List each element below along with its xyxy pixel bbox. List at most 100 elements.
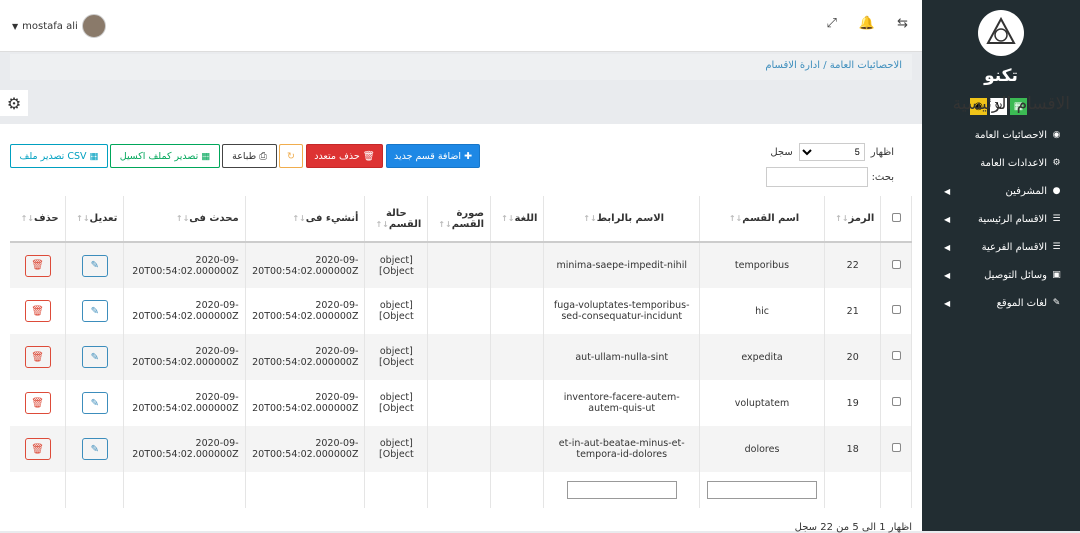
row-checkbox[interactable] xyxy=(891,397,901,406)
column-header-delete[interactable]: حذف↓↑ xyxy=(10,196,67,243)
sidebar-item-languages[interactable]: ◀ لغات الموقع ✎ xyxy=(922,289,1062,317)
row-checkbox[interactable] xyxy=(891,259,901,269)
sidebar-item-label: الاحصائيات العامة xyxy=(974,129,1047,141)
settings-gear-icon[interactable]: ⚙ xyxy=(0,90,28,116)
delete-multiple-button[interactable]: حذف متعدد 🗑 xyxy=(306,144,383,168)
delete-button[interactable]: 🗑 xyxy=(24,392,51,414)
cell-image xyxy=(427,380,492,426)
list-icon: ☰ xyxy=(1052,214,1061,224)
file-csv-icon: ▦ xyxy=(89,150,99,162)
length-label-before: اظهار xyxy=(870,146,894,158)
breadcrumb-home[interactable]: الاحصائيات العامة xyxy=(830,60,902,71)
cell-language xyxy=(490,380,545,426)
print-button[interactable]: طباعة ⎙ xyxy=(222,144,277,168)
table-row: 22 temporibus minima-saepe-impedit-nihil… xyxy=(10,242,912,288)
cell-image xyxy=(427,426,492,472)
cell-language xyxy=(490,242,545,288)
cell-language xyxy=(490,426,545,472)
edit-button[interactable]: ✎ xyxy=(81,438,108,460)
delete-button[interactable]: 🗑 xyxy=(24,254,51,277)
page-title: الاقسام الرئيسية xyxy=(952,94,1070,114)
column-header-image[interactable]: صورة القسم↓↑ xyxy=(427,196,492,243)
search-input[interactable] xyxy=(765,167,868,187)
cell-image xyxy=(427,242,492,288)
sidebar-item-main-categories[interactable]: ◀ الاقسام الرئيسية ☰ xyxy=(922,205,1062,233)
export-csv-button[interactable]: تصدير ملف CSV ▦ xyxy=(10,144,108,168)
sidebar-item-sub-categories[interactable]: ◀ الاقسام الفرعية ☰ xyxy=(922,233,1062,261)
refresh-icon: ↻ xyxy=(287,150,295,162)
edit-button[interactable]: ✎ xyxy=(81,300,108,322)
column-header-edit[interactable]: تعديل↓↑ xyxy=(65,196,125,243)
table-row: 20 expedita aut-ullam-nulla-sint [object… xyxy=(10,334,912,380)
exchange-icon[interactable]: ⇆ xyxy=(897,16,908,31)
sidebar-item-admins[interactable]: ◀ المشرفين ● xyxy=(922,177,1062,205)
sidebar-item-label: الاقسام الفرعية xyxy=(981,241,1047,253)
sort-icon: ↓↑ xyxy=(375,219,389,229)
column-header-created[interactable]: أنشيء فى↓↑ xyxy=(245,196,366,243)
site-logo[interactable] xyxy=(978,10,1024,56)
sidebar-item-shipping[interactable]: ◀ وسائل التوصيل ▣ xyxy=(922,261,1062,289)
cell-created: 2020-09-20T00:54:02.000000Z xyxy=(245,334,366,380)
sort-icon: ↓↑ xyxy=(175,214,190,223)
column-header-state[interactable]: حالة القسم↓↑ xyxy=(364,196,429,243)
sort-icon: ↓↑ xyxy=(438,219,452,229)
cell-slug: aut-ullam-nulla-sint xyxy=(543,334,700,380)
sort-icon: ↓↑ xyxy=(501,214,515,223)
cell-created: 2020-09-20T00:54:02.000000Z xyxy=(245,380,366,426)
edit-icon: ✎ xyxy=(90,305,99,317)
row-checkbox[interactable] xyxy=(891,351,901,360)
sort-icon: ↓↑ xyxy=(728,214,743,223)
cell-created: 2020-09-20T00:54:02.000000Z xyxy=(245,242,366,288)
edit-button[interactable]: ✎ xyxy=(81,392,108,414)
breadcrumb-current[interactable]: ادارة الاقسام xyxy=(765,60,820,71)
cell-name: expedita xyxy=(699,334,826,380)
cell-language xyxy=(490,288,545,334)
users-icon: ● xyxy=(1052,186,1061,196)
chevron-down-icon: ▼ xyxy=(12,21,19,31)
edit-icon: ✎ xyxy=(1052,298,1061,308)
top-navbar: ▼ mostafa ali ⤢ 🔔 ⇆ xyxy=(0,0,922,52)
add-category-button[interactable]: اضافة قسم جديد ✚ xyxy=(386,144,480,168)
edit-button[interactable]: ✎ xyxy=(81,346,108,368)
table-row: 18 dolores et-in-aut-beatae-minus-et-tem… xyxy=(10,426,912,472)
sidebar-item-statistics[interactable]: الاحصائيات العامة ◉ xyxy=(922,121,1062,149)
page-length-select[interactable]: 5 xyxy=(798,143,865,161)
delete-button[interactable]: 🗑 xyxy=(24,438,51,460)
cell-id: 19 xyxy=(824,380,882,426)
cell-slug: minima-saepe-impedit-nihil xyxy=(543,242,700,288)
topbar-icons: ⤢ 🔔 ⇆ xyxy=(827,16,909,31)
column-header-name[interactable]: اسم القسم↓↑ xyxy=(699,196,826,243)
column-header-id[interactable]: الرمز↓↑ xyxy=(824,196,882,243)
cell-created: 2020-09-20T00:54:02.000000Z xyxy=(245,288,366,334)
delete-button[interactable]: 🗑 xyxy=(24,300,51,322)
column-header-language[interactable]: اللغة↓↑ xyxy=(490,196,545,243)
row-checkbox[interactable] xyxy=(891,305,901,314)
filter-slug-input[interactable] xyxy=(566,481,677,499)
column-header-updated[interactable]: محدث فى↓↑ xyxy=(123,196,246,243)
sort-desc-icon: ↓↑ xyxy=(835,214,849,223)
refresh-button[interactable]: ↻ xyxy=(279,144,303,168)
select-all-header[interactable] xyxy=(880,196,912,243)
cell-name: temporibus xyxy=(699,242,826,288)
user-menu[interactable]: ▼ mostafa ali xyxy=(12,14,106,38)
trash-icon: 🗑 xyxy=(31,351,44,363)
sidebar-item-label: لغات الموقع xyxy=(996,297,1047,309)
expand-icon[interactable]: ⤢ xyxy=(827,16,837,31)
select-all-checkbox[interactable] xyxy=(891,212,901,222)
export-excel-button[interactable]: تصدير كملف اكسيل ▦ xyxy=(110,144,220,168)
column-header-slug[interactable]: الاسم بالرابط↓↑ xyxy=(543,196,700,243)
delete-button[interactable]: 🗑 xyxy=(24,346,51,368)
cell-slug: fuga-voluptates-temporibus-sed-consequat… xyxy=(543,288,700,334)
cell-state: [object Object] xyxy=(364,426,429,472)
bell-icon[interactable]: 🔔 xyxy=(859,16,875,31)
cell-state: [object Object] xyxy=(364,334,429,380)
sidebar-item-settings[interactable]: الاعدادات العامة ⚙ xyxy=(922,149,1062,177)
brand-name: تكنو xyxy=(984,66,1018,86)
filter-name-input[interactable] xyxy=(707,481,818,499)
row-checkbox[interactable] xyxy=(891,443,901,452)
delete-multiple-label: حذف متعدد xyxy=(314,150,360,162)
edit-button[interactable]: ✎ xyxy=(81,254,108,277)
dashboard-icon: ◉ xyxy=(1052,130,1061,140)
list-icon: ☰ xyxy=(1052,242,1061,252)
cell-updated: 2020-09-20T00:54:02.000000Z xyxy=(123,426,246,472)
